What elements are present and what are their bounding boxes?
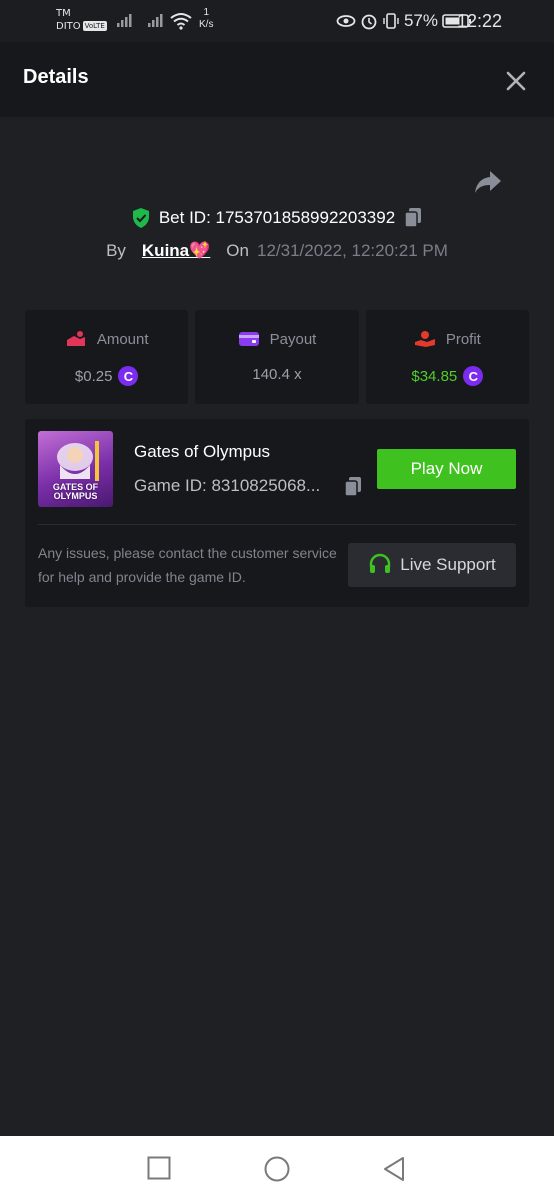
on-label: On (226, 241, 249, 260)
carrier-info: TM DITO VoLTE (56, 7, 107, 33)
carrier-line1: TM (56, 8, 71, 19)
profit-hand-icon (414, 331, 435, 347)
bet-id: Bet ID: 1753701858992203392 (158, 208, 396, 227)
bet-date: 12/31/2022, 12:20:21 PM (256, 241, 448, 260)
status-bar: TM DITO VoLTE 1 K/s 57% 12:22 (0, 0, 554, 42)
live-support-label: Live Support (400, 555, 496, 574)
play-now-button[interactable]: Play Now (377, 449, 516, 489)
network-speed: 1 K/s (199, 7, 213, 31)
bet-id-row: Bet ID: 1753701858992203392 (0, 207, 554, 229)
page-title: Details (23, 66, 89, 88)
money-hand-icon (66, 331, 85, 346)
vibrate-icon (383, 13, 399, 29)
game-card: GATES OF OLYMPUS Gates of Olympus Game I… (25, 419, 529, 607)
eye-icon (336, 15, 356, 27)
coin-icon: C (118, 366, 139, 386)
username-link[interactable]: Kuina💖 (142, 241, 210, 261)
headset-icon (370, 553, 391, 573)
game-thumbnail[interactable]: GATES OF OLYMPUS (38, 431, 113, 507)
game-id: Game ID: 8310825068... (134, 476, 321, 495)
stat-label: Payout (269, 330, 317, 348)
stat-amount: Amount $0.25 C (25, 310, 189, 404)
thumbnail-text: GATES OF OLYMPUS (52, 482, 99, 501)
stat-profit: Profit $34.85 C (365, 310, 529, 404)
carrier-line2: DITO (56, 21, 81, 32)
speed-unit: K/s (199, 19, 214, 30)
clock: 12:22 (456, 10, 502, 31)
stat-payout: Payout 140.4 x (195, 310, 359, 404)
stat-value: 140.4 x (252, 366, 302, 383)
stat-value: $34.85 (411, 367, 458, 385)
by-label: By (106, 241, 126, 260)
volte-badge: VoLTE (82, 21, 107, 31)
signal-icon (117, 14, 132, 27)
details-header: Details (0, 42, 554, 117)
speed-value: 1 (203, 7, 209, 18)
home-icon[interactable] (264, 1156, 290, 1182)
bet-stats: Amount $0.25 C Payout 140.4 x Profit $34… (25, 310, 529, 404)
game-name: Gates of Olympus (134, 442, 271, 461)
wifi-icon (170, 13, 192, 30)
divider (38, 524, 516, 525)
live-support-button[interactable]: Live Support (348, 543, 516, 587)
signal-icon (148, 14, 163, 27)
recent-apps-icon[interactable] (147, 1156, 171, 1180)
stat-value: $0.25 (74, 367, 113, 385)
copy-icon[interactable] (343, 476, 363, 498)
back-icon[interactable] (382, 1156, 406, 1182)
stat-label: Amount (96, 330, 149, 348)
close-icon[interactable] (503, 68, 529, 94)
bet-meta-row: By Kuina💖 On 12/31/2022, 12:20:21 PM (0, 241, 554, 261)
shield-check-icon (132, 208, 149, 228)
system-nav-bar (0, 1136, 554, 1200)
battery-percent: 57% (403, 11, 438, 30)
coin-icon: C (463, 366, 484, 386)
alarm-icon (361, 14, 377, 30)
wallet-icon (238, 332, 259, 346)
status-icons: 57% (336, 9, 472, 33)
share-icon[interactable] (473, 168, 503, 196)
support-notice: Any issues, please contact the customer … (38, 545, 337, 585)
copy-icon[interactable] (403, 207, 423, 229)
stat-label: Profit (445, 330, 481, 348)
